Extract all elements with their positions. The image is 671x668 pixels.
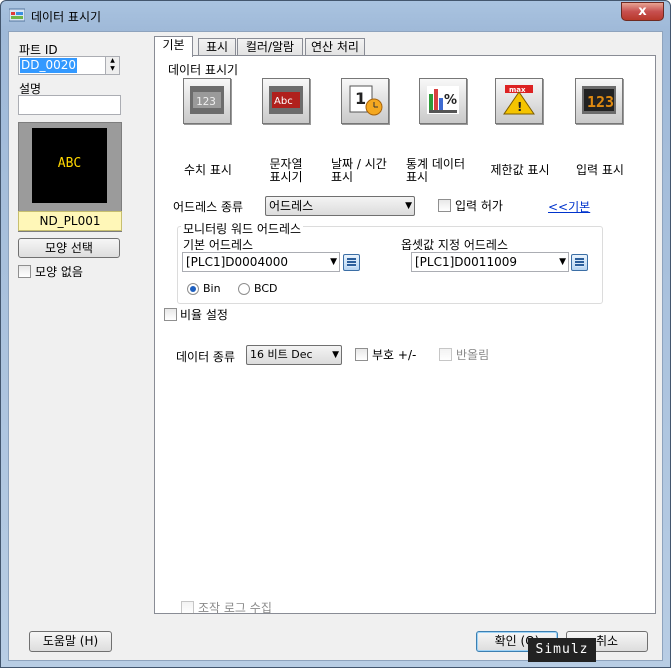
svg-text:123: 123	[587, 93, 614, 111]
date-time-display-icon: 1	[349, 85, 383, 116]
shape-select-button[interactable]: 모양 선택	[18, 238, 120, 258]
svg-text:!: !	[517, 100, 522, 114]
bin-radio[interactable]	[187, 283, 199, 295]
bcd-radio[interactable]	[238, 283, 250, 295]
statistics-display-label: 통계 데이터 표시	[406, 157, 466, 184]
data-type-label: 데이터 종류	[176, 350, 236, 364]
input-display-tile[interactable]: 123	[575, 78, 623, 124]
preview-name: ND_PL001	[18, 211, 122, 231]
close-button[interactable]: x	[621, 2, 664, 21]
no-shape-checkbox[interactable]	[18, 265, 31, 278]
watermark: Simulz	[528, 638, 596, 662]
ratio-setting-checkbox[interactable]	[164, 308, 177, 321]
date-time-display-label: 날짜 / 시간 표시	[331, 157, 387, 184]
address-type-label: 어드레스 종류	[173, 200, 244, 214]
input-display-icon: 123	[582, 86, 616, 114]
data-type-value: 16 비트 Dec	[250, 348, 313, 361]
svg-text:1: 1	[355, 89, 366, 108]
address-type-value: 어드레스	[269, 199, 314, 213]
offset-address-keypad-icon[interactable]	[571, 254, 588, 271]
numeric-display-label: 수치 표시	[184, 163, 232, 177]
limit-value-display-tile[interactable]: max !	[495, 78, 543, 124]
numeric-display-tile[interactable]: 123	[183, 78, 231, 124]
base-address-value: [PLC1]D0004000	[186, 255, 288, 269]
divider	[168, 190, 642, 191]
chevron-down-icon: ▼	[332, 350, 339, 360]
preview-display: ABC	[32, 128, 107, 203]
string-display-tile[interactable]: Abc	[262, 78, 310, 124]
string-display-label: 문자열 표시기	[269, 157, 303, 184]
base-address-label: 기본 어드레스	[183, 238, 254, 252]
window-title: 데이터 표시기	[31, 10, 102, 24]
numeric-display-icon: 123	[190, 86, 224, 114]
bin-label: Bin	[203, 282, 221, 295]
description-field[interactable]	[18, 95, 121, 115]
tab-panel-basic: 데이터 표시기 123 Abc 1 % max ! 123 수치 표시 문자열 …	[154, 55, 656, 615]
chevron-down-icon: ▼	[559, 257, 566, 267]
operation-log-checkbox[interactable]	[181, 601, 194, 614]
title-bar[interactable]: 데이터 표시기 x	[1, 1, 670, 31]
rounding-checkbox[interactable]	[439, 348, 452, 361]
monitor-group-title: 모니터링 워드 어드레스	[181, 220, 304, 237]
svg-text:123: 123	[196, 95, 216, 108]
dialog-window: 데이터 표시기 x 파트 ID DD_0020 ▲ ▼ 설명 ABC ND_PL0…	[0, 0, 671, 668]
rounding-label: 반올림	[456, 348, 490, 362]
no-shape-label: 모양 없음	[35, 265, 83, 279]
sign-checkbox[interactable]	[355, 348, 368, 361]
statistics-display-tile[interactable]: %	[419, 78, 467, 124]
bcd-label: BCD	[254, 282, 278, 295]
preview-text: ABC	[57, 156, 82, 171]
dialog-client-area: 파트 ID DD_0020 ▲ ▼ 설명 ABC ND_PL001 모양 선택 모…	[8, 31, 663, 661]
limit-value-display-label: 제한값 표시	[490, 163, 550, 177]
limit-value-display-icon: max !	[503, 85, 535, 115]
bottom-divider	[173, 594, 643, 595]
chevron-down-icon: ▼	[405, 201, 412, 211]
svg-text:max: max	[509, 86, 526, 94]
allow-input-checkbox[interactable]	[438, 199, 451, 212]
input-display-label: 입력 표시	[576, 163, 624, 177]
app-icon	[9, 8, 25, 22]
tab-operation[interactable]: 연산 처리	[305, 38, 365, 56]
data-type-select[interactable]: 16 비트 Dec ▼	[246, 345, 342, 365]
sign-label: 부호 +/-	[372, 348, 417, 362]
section-title: 데이터 표시기	[168, 63, 239, 77]
chevron-down-icon: ▼	[330, 257, 337, 267]
svg-text:%: %	[444, 93, 457, 108]
offset-address-value: [PLC1]D0011009	[415, 255, 517, 269]
part-id-spinner[interactable]: ▲ ▼	[105, 57, 119, 74]
part-id-field[interactable]: DD_0020 ▲ ▼	[18, 56, 120, 75]
statistics-display-icon: %	[427, 86, 459, 114]
date-time-display-tile[interactable]: 1	[341, 78, 389, 124]
offset-address-select[interactable]: [PLC1]D0011009 ▼	[411, 252, 569, 272]
allow-input-label: 입력 허가	[455, 199, 503, 213]
operation-log-label: 조작 로그 수집	[198, 601, 272, 615]
string-display-icon: Abc	[269, 86, 303, 114]
tab-basic[interactable]: 기본	[154, 36, 193, 57]
base-address-select[interactable]: [PLC1]D0004000 ▼	[182, 252, 340, 272]
basic-link[interactable]: <<기본	[548, 198, 590, 215]
help-button[interactable]: 도움말 (H)	[29, 631, 112, 652]
svg-text:Abc: Abc	[274, 96, 293, 107]
address-type-select[interactable]: 어드레스 ▼	[265, 196, 415, 216]
tab-display[interactable]: 표시	[198, 38, 236, 56]
ratio-setting-label: 비율 설정	[180, 308, 228, 322]
part-id-value: DD_0020	[20, 58, 78, 73]
tab-color-alarm[interactable]: 컬러/알람	[237, 38, 303, 56]
base-address-keypad-icon[interactable]	[343, 254, 360, 271]
offset-address-label: 옵셋값 지정 어드레스	[401, 238, 508, 252]
